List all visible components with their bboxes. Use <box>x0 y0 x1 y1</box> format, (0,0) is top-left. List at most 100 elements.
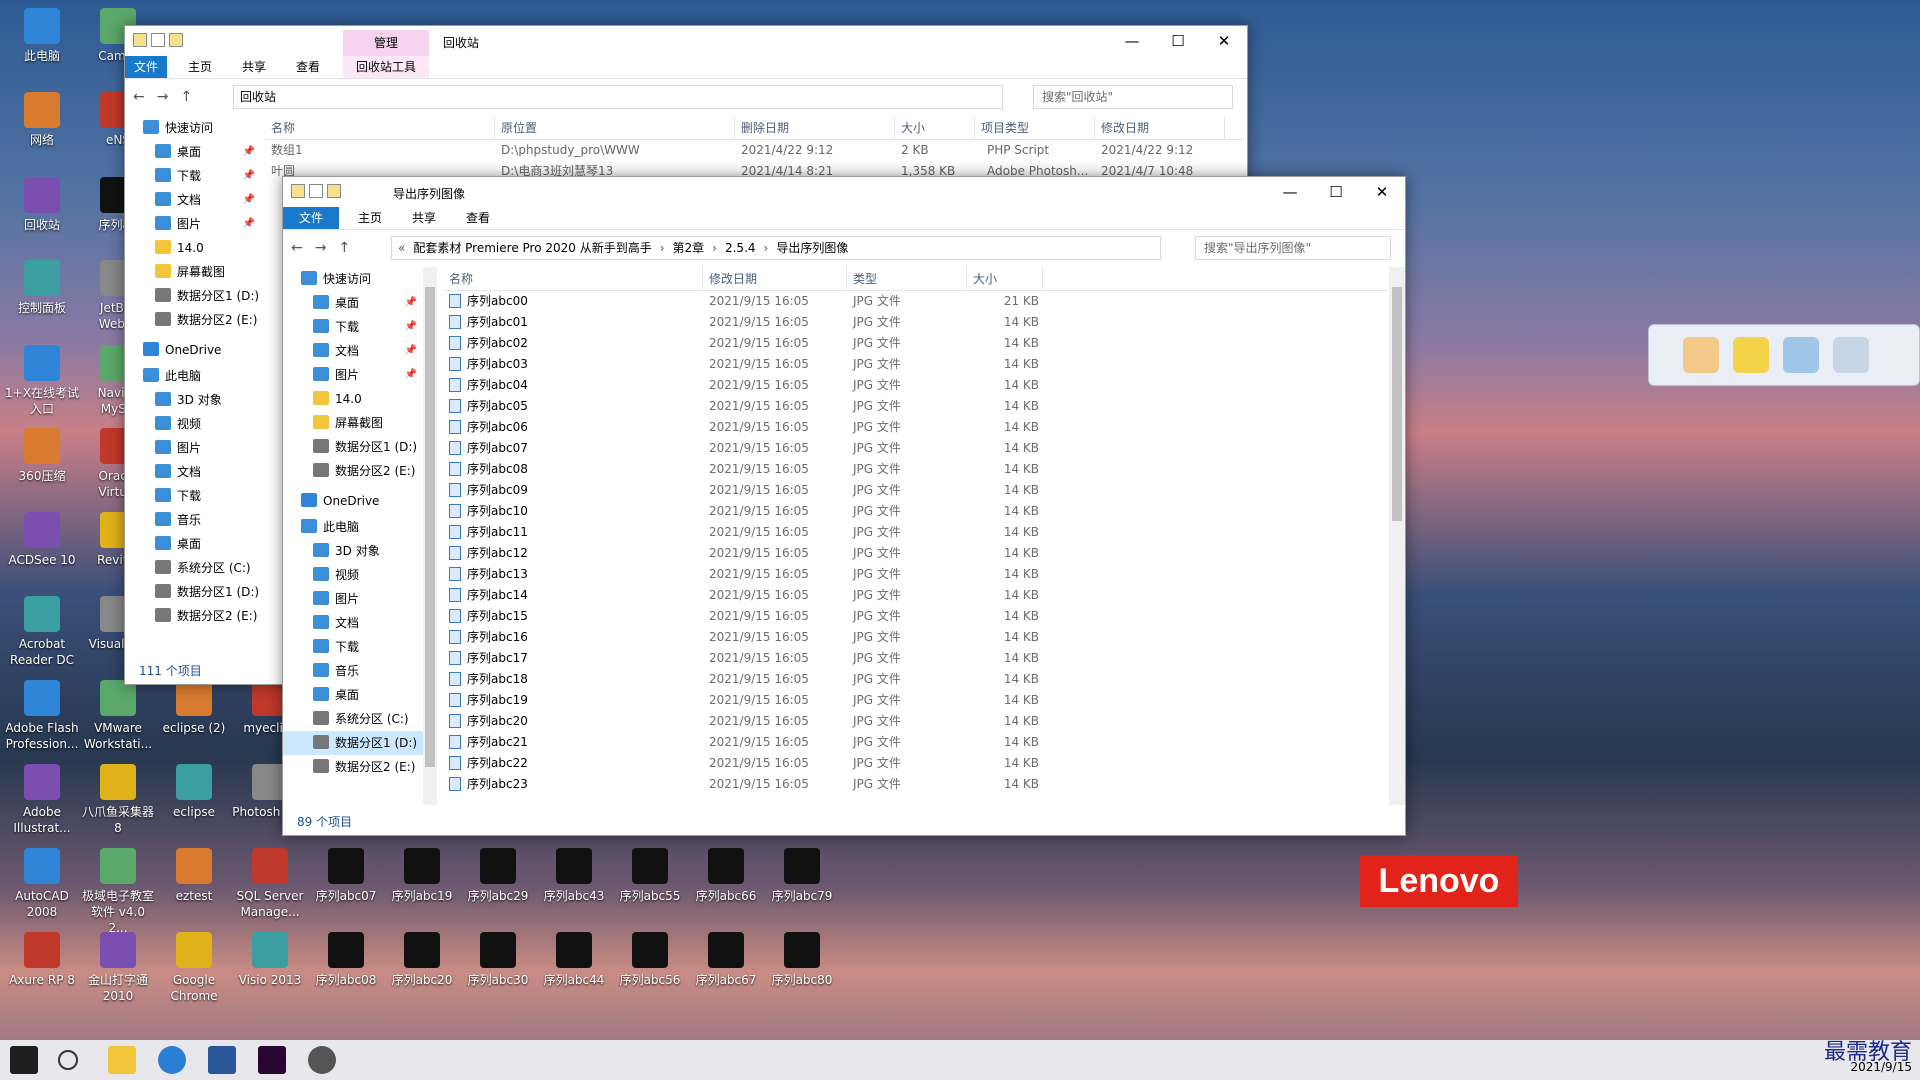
list-item[interactable]: 序列abc13 2021/9/15 16:05 JPG 文件 14 KB <box>443 564 1387 585</box>
desktop-icon[interactable]: 序列abc67 <box>688 930 764 988</box>
tab-view[interactable]: 查看 <box>453 207 503 229</box>
properties-icon[interactable] <box>133 33 147 47</box>
column-header[interactable]: 名称 <box>265 116 495 140</box>
list-item[interactable]: 序列abc09 2021/9/15 16:05 JPG 文件 14 KB <box>443 480 1387 501</box>
column-header[interactable]: 大小 <box>895 116 975 140</box>
desktop-icon[interactable]: 序列abc20 <box>384 930 460 988</box>
start-icon[interactable] <box>10 1046 38 1074</box>
list-item[interactable]: 序列abc04 2021/9/15 16:05 JPG 文件 14 KB <box>443 375 1387 396</box>
breadcrumb-item[interactable]: 导出序列图像 <box>776 241 848 255</box>
nav-item[interactable]: 数据分区1 (D:) <box>283 731 423 755</box>
list-item[interactable]: 序列abc14 2021/9/15 16:05 JPG 文件 14 KB <box>443 585 1387 606</box>
list-item[interactable]: 序列abc23 2021/9/15 16:05 JPG 文件 14 KB <box>443 774 1387 795</box>
list-item[interactable]: 序列abc22 2021/9/15 16:05 JPG 文件 14 KB <box>443 753 1387 774</box>
desktop-icon[interactable]: 序列abc79 <box>764 846 840 904</box>
list-item[interactable]: 序列abc12 2021/9/15 16:05 JPG 文件 14 KB <box>443 543 1387 564</box>
nav-item[interactable]: 此电脑 <box>283 515 423 539</box>
list-item[interactable]: 序列abc02 2021/9/15 16:05 JPG 文件 14 KB <box>443 333 1387 354</box>
search-input[interactable]: 搜索"导出序列图像" <box>1195 236 1391 260</box>
desktop-icon[interactable]: 360压缩 <box>4 426 80 484</box>
edge-icon[interactable] <box>158 1046 186 1074</box>
nav-item[interactable]: 快速访问 <box>125 116 261 140</box>
nav-item[interactable]: 音乐 <box>283 659 423 683</box>
desktop-icon[interactable]: Axure RP 8 <box>4 930 80 988</box>
nav-item[interactable]: 桌面 📌 <box>125 140 261 164</box>
nav-item[interactable]: 下载 📌 <box>283 315 423 339</box>
column-header[interactable]: 删除日期 <box>735 116 895 140</box>
nav-item[interactable]: 14.0 <box>283 387 423 411</box>
nav-item[interactable]: 桌面 📌 <box>283 291 423 315</box>
forward-icon[interactable]: → <box>157 89 169 105</box>
nav-item[interactable]: 文档 📌 <box>125 188 261 212</box>
tab-file[interactable]: 文件 <box>283 207 339 229</box>
desktop-icon[interactable]: 序列abc66 <box>688 846 764 904</box>
list-item[interactable]: 序列abc00 2021/9/15 16:05 JPG 文件 21 KB <box>443 291 1387 312</box>
desktop-icon[interactable]: 回收站 <box>4 175 80 233</box>
breadcrumb[interactable]: « 配套素材 Premiere Pro 2020 从新手到高手 › 第2章 › 2.5.4… <box>391 236 1161 260</box>
nav-scroll-thumb[interactable] <box>425 287 435 767</box>
nav-item[interactable]: 3D 对象 <box>125 388 261 412</box>
list-item[interactable]: 序列abc18 2021/9/15 16:05 JPG 文件 14 KB <box>443 669 1387 690</box>
nav-item[interactable]: 屏幕截图 <box>283 411 423 435</box>
nav-scrollbar[interactable] <box>423 267 437 805</box>
nav-item[interactable]: 桌面 <box>283 683 423 707</box>
desktop-icon[interactable]: 序列abc43 <box>536 846 612 904</box>
nav-item[interactable]: OneDrive <box>125 338 261 362</box>
minimize-button[interactable]: — <box>1267 177 1313 207</box>
column-header[interactable]: 项目类型 <box>975 116 1095 140</box>
list-item[interactable]: 序列abc15 2021/9/15 16:05 JPG 文件 14 KB <box>443 606 1387 627</box>
nav-item[interactable]: 下载 <box>125 484 261 508</box>
table-row[interactable]: 数组1 D:\phpstudy_pro\WWW 2021/4/22 9:12 2 KB… <box>265 140 1245 161</box>
nav-item[interactable]: 视频 <box>125 412 261 436</box>
desktop-icon[interactable]: 此电脑 <box>4 6 80 64</box>
premiere-icon[interactable] <box>258 1046 286 1074</box>
breadcrumb-item[interactable]: › <box>712 241 717 255</box>
zoom-icon[interactable] <box>1833 337 1869 373</box>
nav-item[interactable]: 桌面 <box>125 532 261 556</box>
tab-home[interactable]: 主页 <box>345 207 395 229</box>
breadcrumb-item[interactable]: 第2章 <box>673 241 705 255</box>
desktop-icon[interactable]: 序列abc07 <box>308 846 384 904</box>
close-button[interactable]: ✕ <box>1201 26 1247 56</box>
close-button[interactable]: ✕ <box>1359 177 1405 207</box>
desktop-icon[interactable]: 八爪鱼采集器 8 <box>80 762 156 836</box>
desktop-icon[interactable]: 序列abc44 <box>536 930 612 988</box>
desktop-icon[interactable]: Acrobat Reader DC <box>4 594 80 668</box>
forward-icon[interactable]: → <box>315 240 327 256</box>
nav-item[interactable]: 数据分区1 (D:) <box>125 284 261 308</box>
desktop-icon[interactable]: 序列abc19 <box>384 846 460 904</box>
list-item[interactable]: 序列abc07 2021/9/15 16:05 JPG 文件 14 KB <box>443 438 1387 459</box>
breadcrumb-item[interactable]: 配套素材 Premiere Pro 2020 从新手到高手 <box>413 241 651 255</box>
desktop-icon[interactable]: 网络 <box>4 90 80 148</box>
breadcrumb-item[interactable]: › <box>764 241 769 255</box>
column-header[interactable]: 类型 <box>847 267 967 291</box>
search-input[interactable]: 搜索"回收站" <box>1033 85 1233 109</box>
back-icon[interactable]: ← <box>291 240 303 256</box>
nav-item[interactable]: 视频 <box>283 563 423 587</box>
maximize-button[interactable]: ☐ <box>1155 26 1201 56</box>
list-item[interactable]: 序列abc11 2021/9/15 16:05 JPG 文件 14 KB <box>443 522 1387 543</box>
list-item[interactable]: 序列abc08 2021/9/15 16:05 JPG 文件 14 KB <box>443 459 1387 480</box>
desktop-icon[interactable]: 序列abc80 <box>764 930 840 988</box>
tab-share[interactable]: 共享 <box>399 207 449 229</box>
nav-item[interactable]: 14.0 <box>125 236 261 260</box>
nav-item[interactable]: 系统分区 (C:) <box>283 707 423 731</box>
nav-item[interactable]: 快速访问 <box>283 267 423 291</box>
nav-item[interactable]: 此电脑 <box>125 364 261 388</box>
nav-item[interactable]: 下载 <box>283 635 423 659</box>
desktop-icon[interactable]: 序列abc08 <box>308 930 384 988</box>
maximize-button[interactable]: ☐ <box>1313 177 1359 207</box>
desktop-icon[interactable]: VMware Workstati... <box>80 678 156 752</box>
nav-item[interactable]: 屏幕截图 <box>125 260 261 284</box>
tab-view[interactable]: 查看 <box>283 56 333 78</box>
checkbox-icon[interactable] <box>151 33 165 47</box>
word-icon[interactable] <box>208 1046 236 1074</box>
up-icon[interactable]: ↑ <box>338 240 350 256</box>
folder-icon[interactable] <box>291 184 305 198</box>
breadcrumb-item[interactable]: 2.5.4 <box>725 241 756 255</box>
desktop-icon[interactable]: 控制面板 <box>4 258 80 316</box>
desktop-icon[interactable]: 序列abc30 <box>460 930 536 988</box>
new-folder-icon[interactable] <box>327 184 341 198</box>
list-item[interactable]: 序列abc03 2021/9/15 16:05 JPG 文件 14 KB <box>443 354 1387 375</box>
desktop-icon[interactable]: Google Chrome <box>156 930 232 1004</box>
